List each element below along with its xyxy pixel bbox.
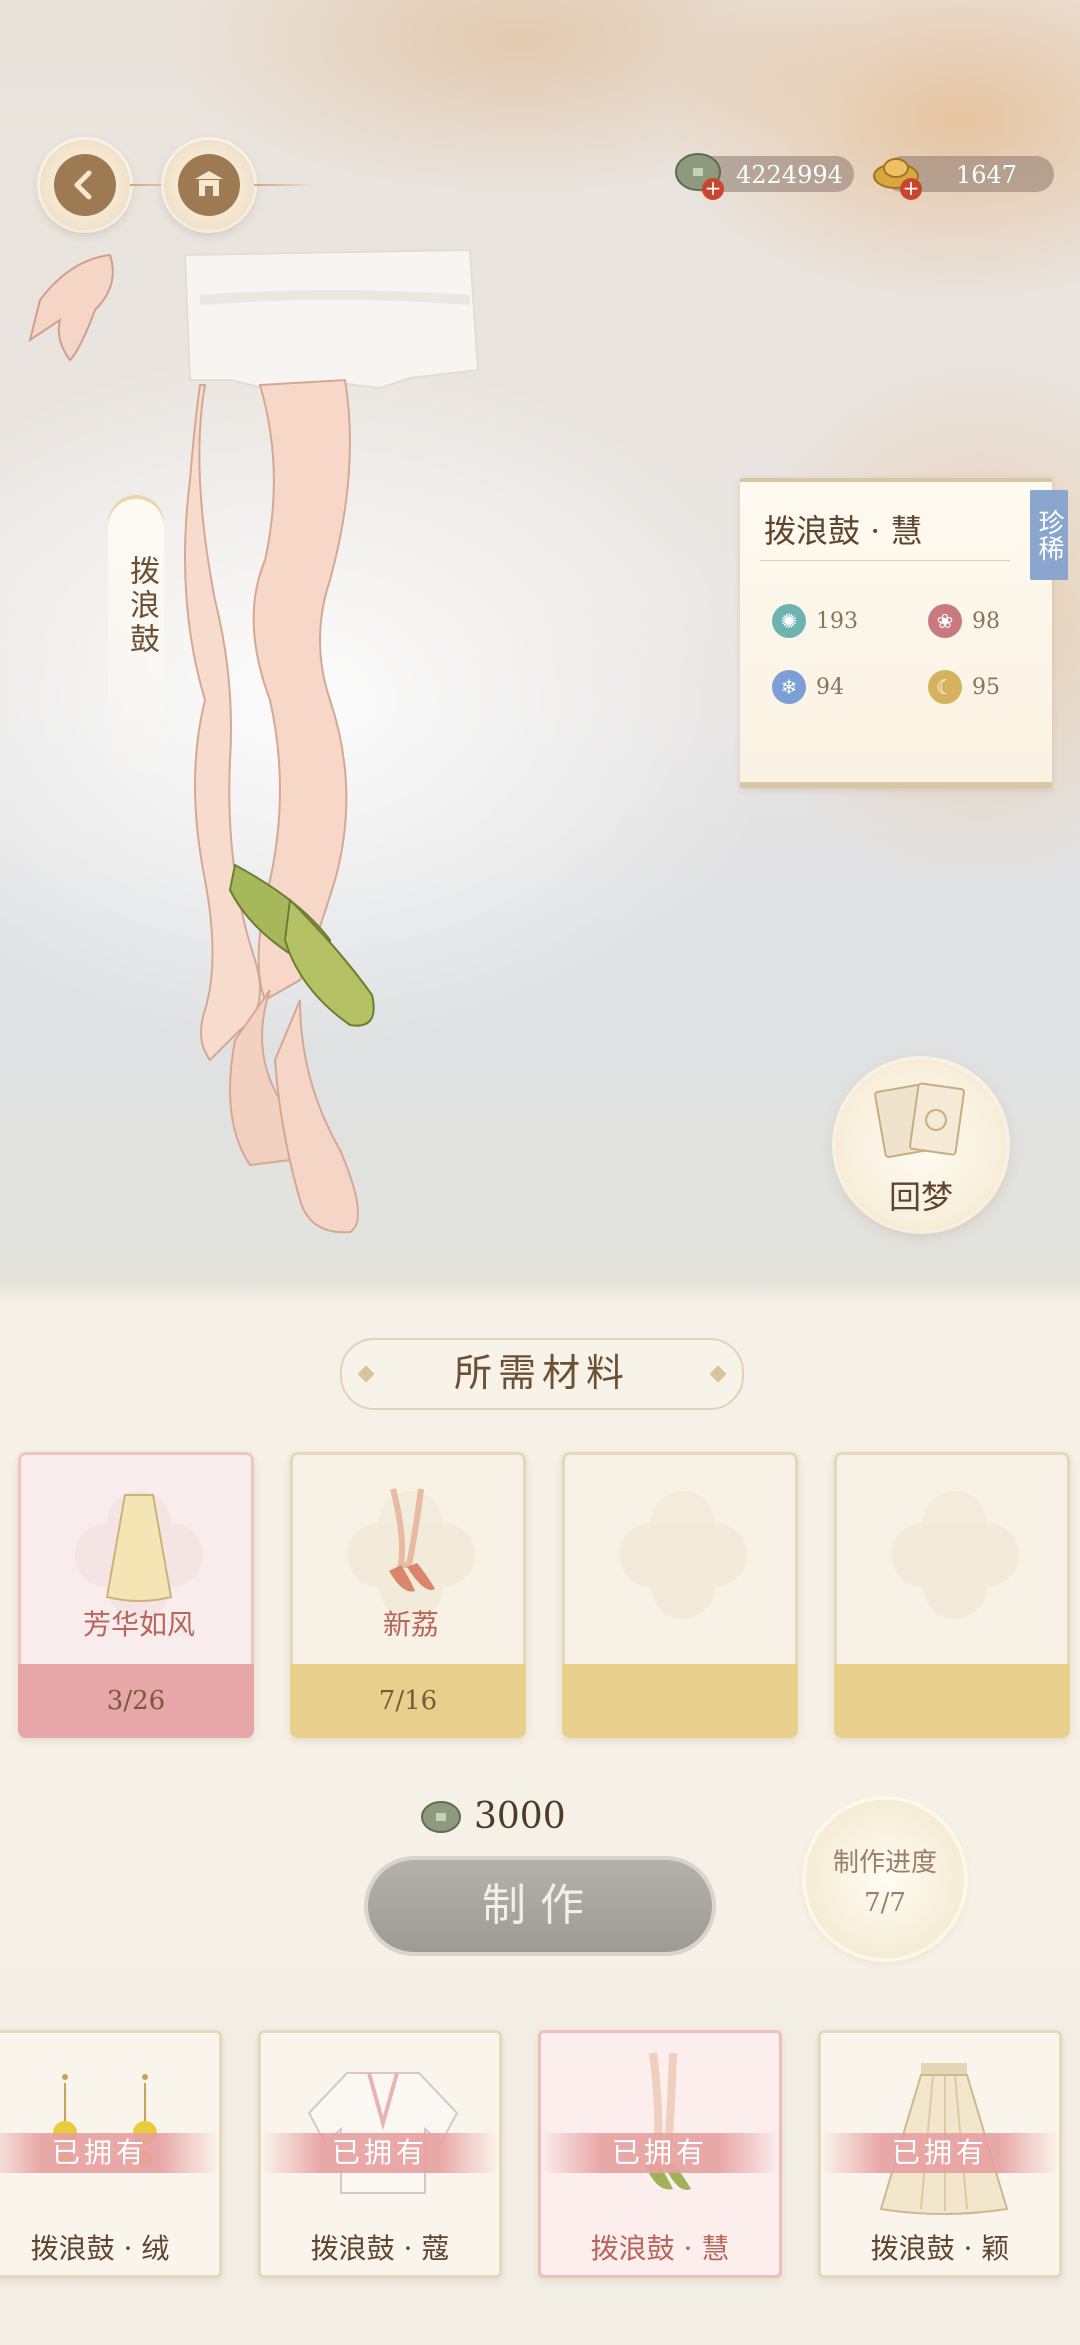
set-item-card-2[interactable]: 已拥有 拨浪鼓 · 蔻 [258, 2030, 502, 2278]
jade-coin-icon [421, 1800, 461, 1833]
set-item-name: 拨浪鼓 · 蔻 [310, 2232, 450, 2265]
material-slot-2[interactable]: 新荔 7/16 [290, 1452, 526, 1738]
home-button[interactable] [164, 140, 254, 230]
stat-snow: ❄ 94 [772, 670, 844, 704]
set-item-card-4[interactable]: 已拥有 拨浪鼓 · 颖 [818, 2030, 1062, 2278]
owned-badge: 已拥有 [261, 2133, 499, 2173]
stat-wind-value: 193 [816, 608, 858, 634]
set-item-card-1[interactable]: 已拥有 拨浪鼓 · 绒 [0, 2030, 222, 2278]
materials-title-text: 所需材料 [453, 1351, 630, 1395]
ingot-amount: 1647 [956, 161, 1018, 189]
dream-button[interactable]: 回梦 [836, 1060, 1006, 1230]
set-item-name: 拨浪鼓 · 颖 [870, 2232, 1010, 2265]
owned-badge: 已拥有 [821, 2133, 1059, 2173]
material-name: 芳华如风 [82, 1608, 195, 1641]
crafting-cost: 3000 [420, 1796, 566, 1837]
item-title-divider [760, 560, 1010, 561]
clover-pattern-icon [891, 1491, 1019, 1619]
clover-pattern-icon [619, 1491, 747, 1619]
stat-moon: ☾ 95 [928, 670, 1000, 704]
stat-wind: ✺ 193 [772, 604, 858, 638]
wind-swirl-icon: ✺ [772, 604, 806, 638]
item-title: 拨浪鼓 · 慧 [764, 512, 923, 550]
add-ingots-icon[interactable]: + [900, 178, 922, 200]
item-info-card: 拨浪鼓 · 慧 珍稀 ✺ 193 ❀ 98 ❄ 94 ☾ 95 [740, 478, 1068, 788]
material-count-bar: 3/26 [18, 1664, 254, 1738]
pavilion-icon [195, 171, 223, 196]
material-count-bar: 7/16 [290, 1664, 526, 1738]
owned-badge: 已拥有 [541, 2133, 779, 2173]
stat-lotus: ❀ 98 [928, 604, 1000, 638]
stat-moon-value: 95 [972, 674, 1000, 700]
material-slot-body: 芳华如风 [18, 1452, 254, 1664]
item-vertical-name: 拨浪鼓 [124, 555, 159, 657]
set-item-name: 拨浪鼓 · 绒 [30, 2232, 170, 2265]
long-skirt-item-icon [879, 2063, 1009, 2215]
material-slot-body [562, 1452, 798, 1664]
crafting-progress-label: 制作进度 [832, 1848, 937, 1878]
material-slot-body [834, 1452, 1070, 1664]
title-ornament-left [357, 1365, 375, 1383]
character-stage: + 4224994 + 1647 拨浪鼓 拨浪鼓 · 慧 珍稀 ✺ 193 ❀ … [0, 0, 1080, 1300]
lotus-icon: ❀ [928, 604, 962, 638]
set-item-card-3[interactable]: 已拥有 拨浪鼓 · 慧 [538, 2030, 782, 2278]
craft-button[interactable]: 制作 [368, 1860, 712, 1952]
green-shoes-item-icon [645, 2052, 691, 2191]
add-coins-icon[interactable]: + [702, 178, 724, 200]
cards-icon [874, 1082, 965, 1159]
material-count: 7/16 [378, 1686, 438, 1716]
coin-amount: 4224994 [736, 161, 843, 189]
snowflake-icon: ❄ [772, 670, 806, 704]
dream-button-label: 回梦 [888, 1178, 953, 1216]
crafting-progress: 制作进度 7/7 [806, 1800, 964, 1958]
set-item-name: 拨浪鼓 · 慧 [590, 2232, 730, 2265]
material-slot-body: 新荔 [290, 1452, 526, 1664]
crafting-cost-value: 3000 [474, 1796, 566, 1837]
owned-badge: 已拥有 [0, 2133, 219, 2173]
stat-snow-value: 94 [816, 674, 844, 700]
crescent-moon-icon: ☾ [928, 670, 962, 704]
crafting-progress-value: 7/7 [864, 1888, 906, 1918]
coin-balance[interactable]: + 4224994 [675, 153, 854, 200]
back-arrow-icon [74, 170, 92, 200]
home-button-ornament [254, 184, 314, 186]
material-slot-1[interactable]: 芳华如风 3/26 [18, 1452, 254, 1738]
material-slot-3[interactable] [562, 1452, 798, 1738]
material-count-bar [562, 1664, 798, 1738]
title-ornament-right [709, 1365, 727, 1383]
item-vertical-tag: 拨浪鼓 [108, 495, 164, 785]
materials-title: 所需材料 [340, 1338, 744, 1410]
rarity-badge: 珍稀 [1030, 490, 1068, 580]
stat-lotus-value: 98 [972, 608, 1000, 634]
material-count-bar [834, 1664, 1070, 1738]
back-button[interactable] [40, 140, 130, 230]
earrings-item-icon [53, 2074, 157, 2167]
material-name: 新荔 [382, 1608, 439, 1641]
jacket-item-icon [307, 2072, 459, 2194]
material-slot-4[interactable] [834, 1452, 1070, 1738]
ingot-balance[interactable]: + 1647 [873, 156, 1054, 200]
material-count: 3/26 [106, 1686, 166, 1716]
